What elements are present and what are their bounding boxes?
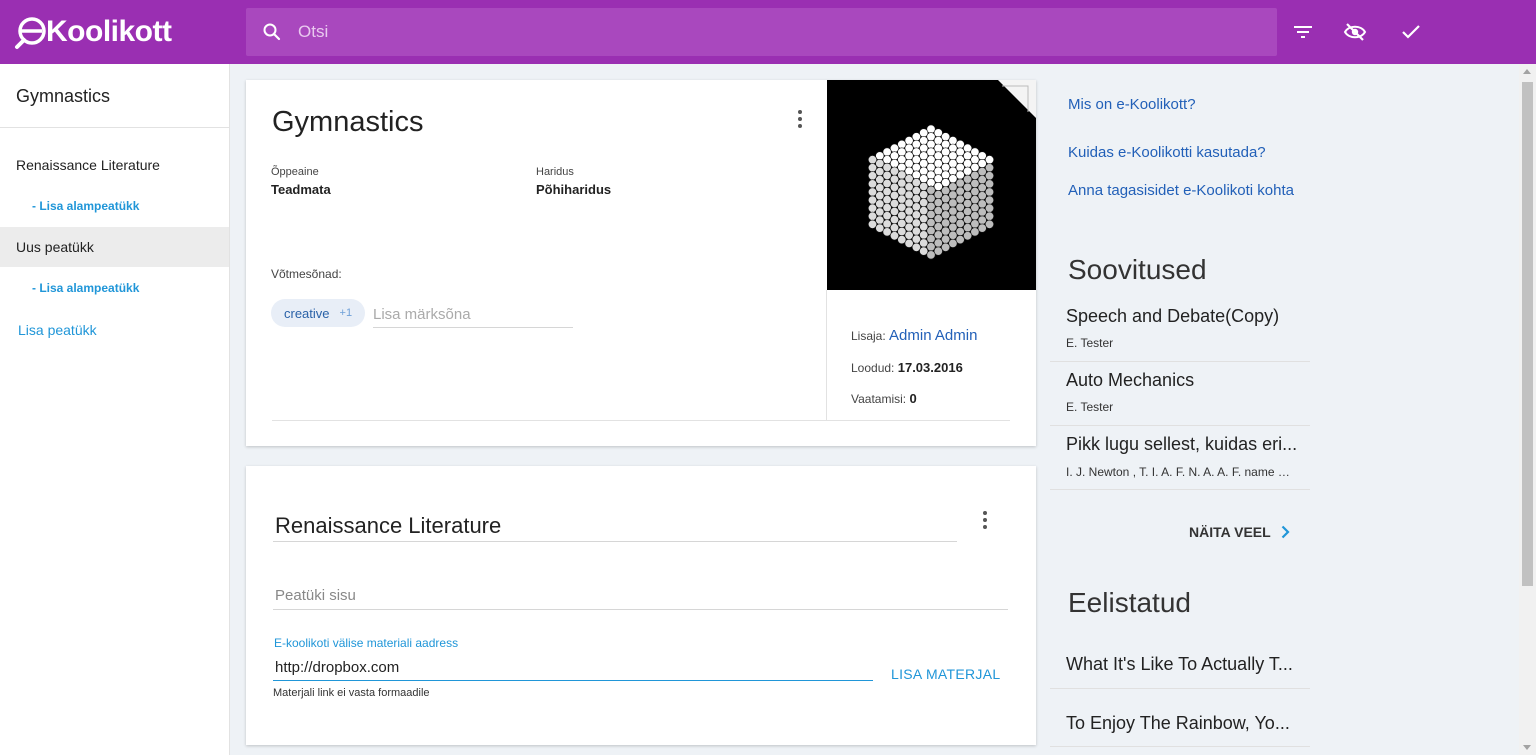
list-item[interactable]: What It's Like To Actually T... bbox=[1050, 634, 1310, 689]
show-more-link[interactable]: NÄITA VEEL bbox=[1189, 524, 1290, 540]
scroll-down-icon[interactable] bbox=[1523, 745, 1531, 750]
sidebar-title[interactable]: Gymnastics bbox=[0, 64, 229, 128]
more-options-icon[interactable] bbox=[790, 107, 810, 131]
recommendation-title: Pikk lugu sellest, kuidas eri... bbox=[1066, 434, 1298, 454]
feedback-link[interactable]: Anna tagasisidet e-Koolikoti kohta bbox=[1068, 181, 1298, 201]
recommendation-author: E. Tester bbox=[1066, 400, 1114, 414]
sidebar-item-renaissance-literature[interactable]: Renaissance Literature bbox=[0, 145, 229, 185]
recommendation-author: I. J. Newton , T. I. A. F. N. A. A. F. n… bbox=[1066, 465, 1291, 479]
page-corner-icon bbox=[998, 80, 1036, 118]
show-more-label: NÄITA VEEL bbox=[1189, 524, 1271, 540]
chapter-card: E-koolikoti välise materiali aadress Mat… bbox=[246, 466, 1036, 745]
top-bar: Koolikott bbox=[0, 0, 1536, 64]
featured-heading: Eelistatud bbox=[1068, 587, 1191, 618]
list-item[interactable]: Auto Mechanics E. Tester bbox=[1050, 362, 1310, 426]
views-value: 0 bbox=[909, 391, 917, 406]
added-by-label: Lisaja: bbox=[851, 329, 886, 343]
search-icon[interactable] bbox=[262, 22, 282, 42]
recommendation-title: Speech and Debate(Copy) bbox=[1066, 306, 1280, 326]
filter-icon[interactable] bbox=[1291, 20, 1315, 44]
recommendation-title: Auto Mechanics bbox=[1066, 370, 1195, 390]
chapter-content-input[interactable] bbox=[273, 582, 1008, 610]
check-icon[interactable] bbox=[1399, 20, 1423, 44]
list-item[interactable]: To Enjoy The Rainbow, Yo... bbox=[1050, 689, 1310, 747]
views-row: Vaatamisi: 0 bbox=[851, 391, 917, 406]
featured-title: What It's Like To Actually T... bbox=[1066, 654, 1293, 674]
subject-value: Teadmata bbox=[271, 182, 331, 197]
add-material-button[interactable]: LISA MATERJAL bbox=[891, 666, 1000, 682]
created-value: 17.03.2016 bbox=[897, 360, 963, 375]
add-chapter-link[interactable]: Lisa peatükk bbox=[0, 309, 229, 351]
keywords-label: Võtmesõnad: bbox=[271, 267, 342, 281]
url-hint: Materjali link ei vasta formaadile bbox=[273, 687, 430, 699]
education-label: Haridus bbox=[536, 166, 574, 178]
recommendation-author: E. Tester bbox=[1066, 336, 1114, 350]
created-label: Loodud: bbox=[851, 361, 895, 375]
education-value: Põhiharidus bbox=[536, 182, 612, 197]
logo-e-icon bbox=[15, 17, 46, 49]
search-input[interactable] bbox=[298, 22, 1198, 42]
material-url-input[interactable] bbox=[273, 654, 873, 681]
scroll-thumb[interactable] bbox=[1522, 82, 1533, 586]
recommendations-heading: Soovitused bbox=[1068, 254, 1207, 285]
added-by-row: Lisaja: Admin Admin bbox=[851, 327, 977, 344]
list-item[interactable]: Pikk lugu sellest, kuidas eri... I. J. N… bbox=[1050, 426, 1310, 490]
keyword-chip[interactable]: creative +1 bbox=[271, 299, 366, 327]
scrollbar[interactable] bbox=[1519, 64, 1536, 755]
keyword-input[interactable] bbox=[373, 302, 573, 328]
material-thumbnail[interactable] bbox=[827, 80, 1036, 290]
keyword-more-count: +1 bbox=[339, 307, 353, 319]
scroll-up-icon[interactable] bbox=[1523, 69, 1531, 74]
add-subchapter-link[interactable]: - Lisa alampeatükk bbox=[0, 185, 229, 227]
material-title: Gymnastics bbox=[272, 106, 424, 138]
about-link[interactable]: Mis on e-Koolikott? bbox=[1068, 95, 1298, 115]
added-by-link[interactable]: Admin Admin bbox=[889, 327, 977, 344]
add-subchapter-link[interactable]: - Lisa alampeatükk bbox=[0, 267, 229, 309]
views-label: Vaatamisi: bbox=[851, 392, 907, 406]
url-label: E-koolikoti välise materiali aadress bbox=[274, 636, 459, 650]
list-item[interactable]: Speech and Debate(Copy) E. Tester bbox=[1050, 296, 1310, 362]
chevron-right-icon bbox=[1281, 525, 1290, 539]
keyword-chip-label: creative bbox=[284, 305, 330, 321]
visibility-off-icon[interactable] bbox=[1343, 20, 1367, 44]
featured-title: To Enjoy The Rainbow, Yo... bbox=[1066, 713, 1290, 733]
divider bbox=[826, 290, 827, 420]
created-row: Loodud: 17.03.2016 bbox=[851, 360, 963, 375]
how-to-link[interactable]: Kuidas e-Koolikotti kasutada? bbox=[1068, 143, 1298, 163]
logo[interactable]: Koolikott bbox=[14, 12, 172, 52]
sidebar: Gymnastics Renaissance Literature - Lisa… bbox=[0, 64, 230, 755]
logo-text: Koolikott bbox=[46, 15, 172, 48]
sidebar-item-uus-peatukk[interactable]: Uus peatükk bbox=[0, 227, 229, 267]
material-card: Gymnastics Õppeaine Teadmata Haridus Põh… bbox=[246, 80, 1036, 446]
subject-label: Õppeaine bbox=[271, 166, 319, 178]
chapter-title-input[interactable] bbox=[273, 510, 957, 542]
more-options-icon[interactable] bbox=[975, 508, 995, 532]
divider bbox=[272, 420, 1010, 421]
search-bar bbox=[246, 8, 1277, 56]
